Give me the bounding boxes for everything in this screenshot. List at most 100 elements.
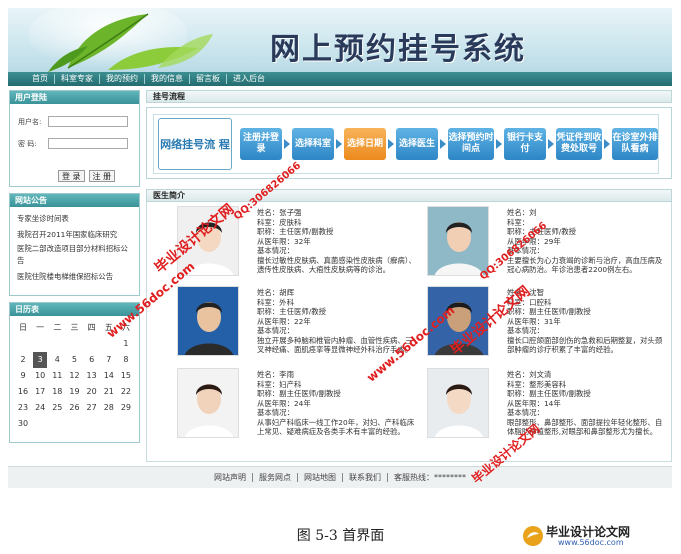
doctor-department: 科室：口腔科 (507, 297, 552, 307)
doctor-description: 主要擅长为心力衰竭的诊断与治疗，高血压病及冠心病防治。年诊治患者2200例左右。 (507, 255, 663, 275)
footer-link-contact[interactable]: 联系我们 (343, 473, 388, 482)
calendar-day[interactable]: 21 (102, 384, 116, 400)
calendar-day[interactable]: 16 (16, 384, 30, 400)
weekday: 二 (53, 323, 62, 332)
footer-link-statement[interactable]: 网站声明 (208, 473, 253, 482)
calendar-day[interactable]: 10 (33, 368, 47, 384)
weekday: 日 (19, 323, 27, 332)
doctor-photo[interactable] (427, 206, 489, 276)
footer-link-service[interactable]: 服务网点 (253, 473, 298, 482)
calendar-day[interactable]: 2 (16, 352, 30, 368)
calendar-day[interactable]: 1 (119, 336, 133, 352)
calendar-day[interactable]: 14 (102, 368, 116, 384)
notice-item[interactable]: 医院住院楼电梯维保招标公告 (17, 269, 135, 285)
calendar-empty-cell (119, 416, 133, 432)
arrow-right-icon (604, 139, 610, 149)
doctor-name: 姓名：李雨 (257, 370, 294, 379)
notice-panel-title: 网站公告 (10, 194, 139, 207)
logo-icon (523, 526, 543, 546)
doctor-photo[interactable] (177, 368, 239, 438)
notice-item[interactable]: 医院二部改造项目部分材料招标公告 (17, 243, 135, 267)
calendar-day[interactable]: 18 (50, 384, 64, 400)
calendar-day[interactable]: 7 (102, 352, 116, 368)
nav-home[interactable]: 首页 (26, 74, 55, 84)
arrow-right-icon (336, 139, 342, 149)
calendar-day[interactable]: 23 (16, 400, 30, 416)
doctor-department: 科室：整形美容科 (507, 379, 567, 389)
username-input[interactable] (48, 116, 128, 127)
calendar-day[interactable]: 25 (50, 400, 64, 416)
notice-item[interactable]: 专家坐诊时间表 (17, 211, 135, 227)
calendar-empty-cell (50, 416, 64, 432)
calendar-empty-cell (33, 416, 47, 432)
calendar-empty-cell (67, 336, 81, 352)
doctor-years: 从医年限：31年 (507, 316, 561, 326)
bottom-logo: 毕业设计论文网 www.56doc.com (522, 523, 672, 551)
doctor-card[interactable]: 姓名：刘 科室： 职称：主任医师/教授 从医年限：29年 基本情况： 主要擅长为心力衰竭的… (427, 206, 677, 284)
doctor-photo[interactable] (427, 368, 489, 438)
doctor-years: 从医年限：24年 (257, 398, 311, 408)
calendar-day[interactable]: 26 (67, 400, 81, 416)
doctor-name: 姓名：张子强 (257, 208, 302, 217)
calendar-day[interactable]: 28 (102, 400, 116, 416)
doctor-department: 科室：妇产科 (257, 379, 302, 389)
flow-section-title: 挂号流程 (146, 90, 672, 103)
doctor-card[interactable]: 姓名：李雨 科室：妇产科 职称：副主任医师/副教授 从医年限：24年 基本情况： 从事妇产… (177, 368, 427, 446)
main-nav: 首页 科室专家 我的预约 我的信息 留言板 进入后台 (8, 72, 672, 86)
footer-link-sitemap[interactable]: 网站地图 (298, 473, 343, 482)
arrow-right-icon (440, 139, 446, 149)
calendar-day[interactable]: 5 (67, 352, 81, 368)
doctor-years: 从医年限：22年 (257, 316, 311, 326)
calendar-week-row: 9 10 11 12 13 14 15 (13, 368, 136, 384)
password-label: 密 码: (18, 139, 37, 148)
nav-my-appointments[interactable]: 我的预约 (100, 74, 145, 84)
calendar-day[interactable]: 4 (50, 352, 64, 368)
doctor-title: 职称：主任医师/副教授 (257, 227, 334, 236)
calendar-day[interactable]: 19 (67, 384, 81, 400)
doctor-info-label: 基本情况： (257, 246, 294, 255)
calendar-week-row: 16 17 18 19 20 21 22 (13, 384, 136, 400)
password-input[interactable] (48, 138, 128, 149)
flow-head-label: 网络挂号流 程 (158, 118, 232, 170)
calendar-panel-title: 日历表 (10, 303, 139, 316)
calendar-day[interactable]: 3 (33, 352, 48, 368)
doctor-info-label: 基本情况： (257, 408, 294, 417)
doctor-card[interactable]: 姓名：刘文清 科室：整形美容科 职称：副主任医师/副教授 从医年限：14年 基本情况：眼… (427, 368, 677, 446)
nav-message-board[interactable]: 留言板 (190, 74, 227, 84)
calendar-day[interactable]: 8 (119, 352, 133, 368)
calendar-day[interactable]: 27 (85, 400, 99, 416)
flow-box: 网络挂号流 程 注册并登 录选择科室 选择日期 选择医生 选择预约时间点 银行卡支付 凭证… (146, 107, 672, 179)
doctor-title: 职称：副主任医师/副教授 (507, 307, 591, 316)
calendar-day[interactable]: 9 (16, 368, 30, 384)
nav-admin[interactable]: 进入后台 (227, 74, 271, 84)
calendar-empty-cell (16, 336, 30, 352)
main-content: 挂号流程 网络挂号流 程 注册并登 录选择科室 选择日期 选择医生 选择预约时间点 银行… (146, 90, 672, 462)
calendar-empty-cell (102, 416, 116, 432)
login-panel: 用户登陆 用户名: 密 码: 登 录 注 册 (9, 90, 140, 187)
calendar-day[interactable]: 20 (85, 384, 99, 400)
calendar-day[interactable]: 29 (119, 400, 133, 416)
calendar-day[interactable]: 24 (33, 400, 47, 416)
login-button[interactable]: 登 录 (58, 170, 85, 182)
calendar-day[interactable]: 22 (119, 384, 133, 400)
calendar-day[interactable]: 30 (16, 416, 30, 432)
calendar-day[interactable]: 12 (67, 368, 81, 384)
calendar-week-row: 30 (13, 416, 136, 432)
doctor-years: 从医年限：14年 (507, 398, 561, 408)
footer: 网站声明 服务网点 网站地图 联系我们 客服热线：******** (8, 466, 672, 488)
calendar-day[interactable]: 13 (85, 368, 99, 384)
calendar-day[interactable]: 11 (50, 368, 64, 384)
nav-departments[interactable]: 科室专家 (55, 74, 100, 84)
calendar-day[interactable]: 6 (85, 352, 99, 368)
calendar-day[interactable]: 15 (119, 368, 133, 384)
doctor-info-label: 基本情况： (507, 326, 544, 335)
arrow-right-icon (548, 139, 554, 149)
doctors-list: 姓名：张子强 科室：皮肤科 职称：主任医师/副教授 从医年限：32年 基本情况： 擅长过敏… (146, 202, 672, 462)
doctor-years: 从医年限：32年 (257, 236, 311, 246)
nav-my-info[interactable]: 我的信息 (145, 74, 190, 84)
register-button[interactable]: 注 册 (88, 170, 116, 182)
notice-panel: 网站公告 专家坐诊时间表 我院召开2011年国家临床研究 医院二部改造项目部分材… (9, 193, 140, 296)
notice-item[interactable]: 我院召开2011年国家临床研究 (17, 227, 135, 243)
doctor-photo[interactable] (177, 286, 239, 356)
calendar-day[interactable]: 17 (33, 384, 47, 400)
